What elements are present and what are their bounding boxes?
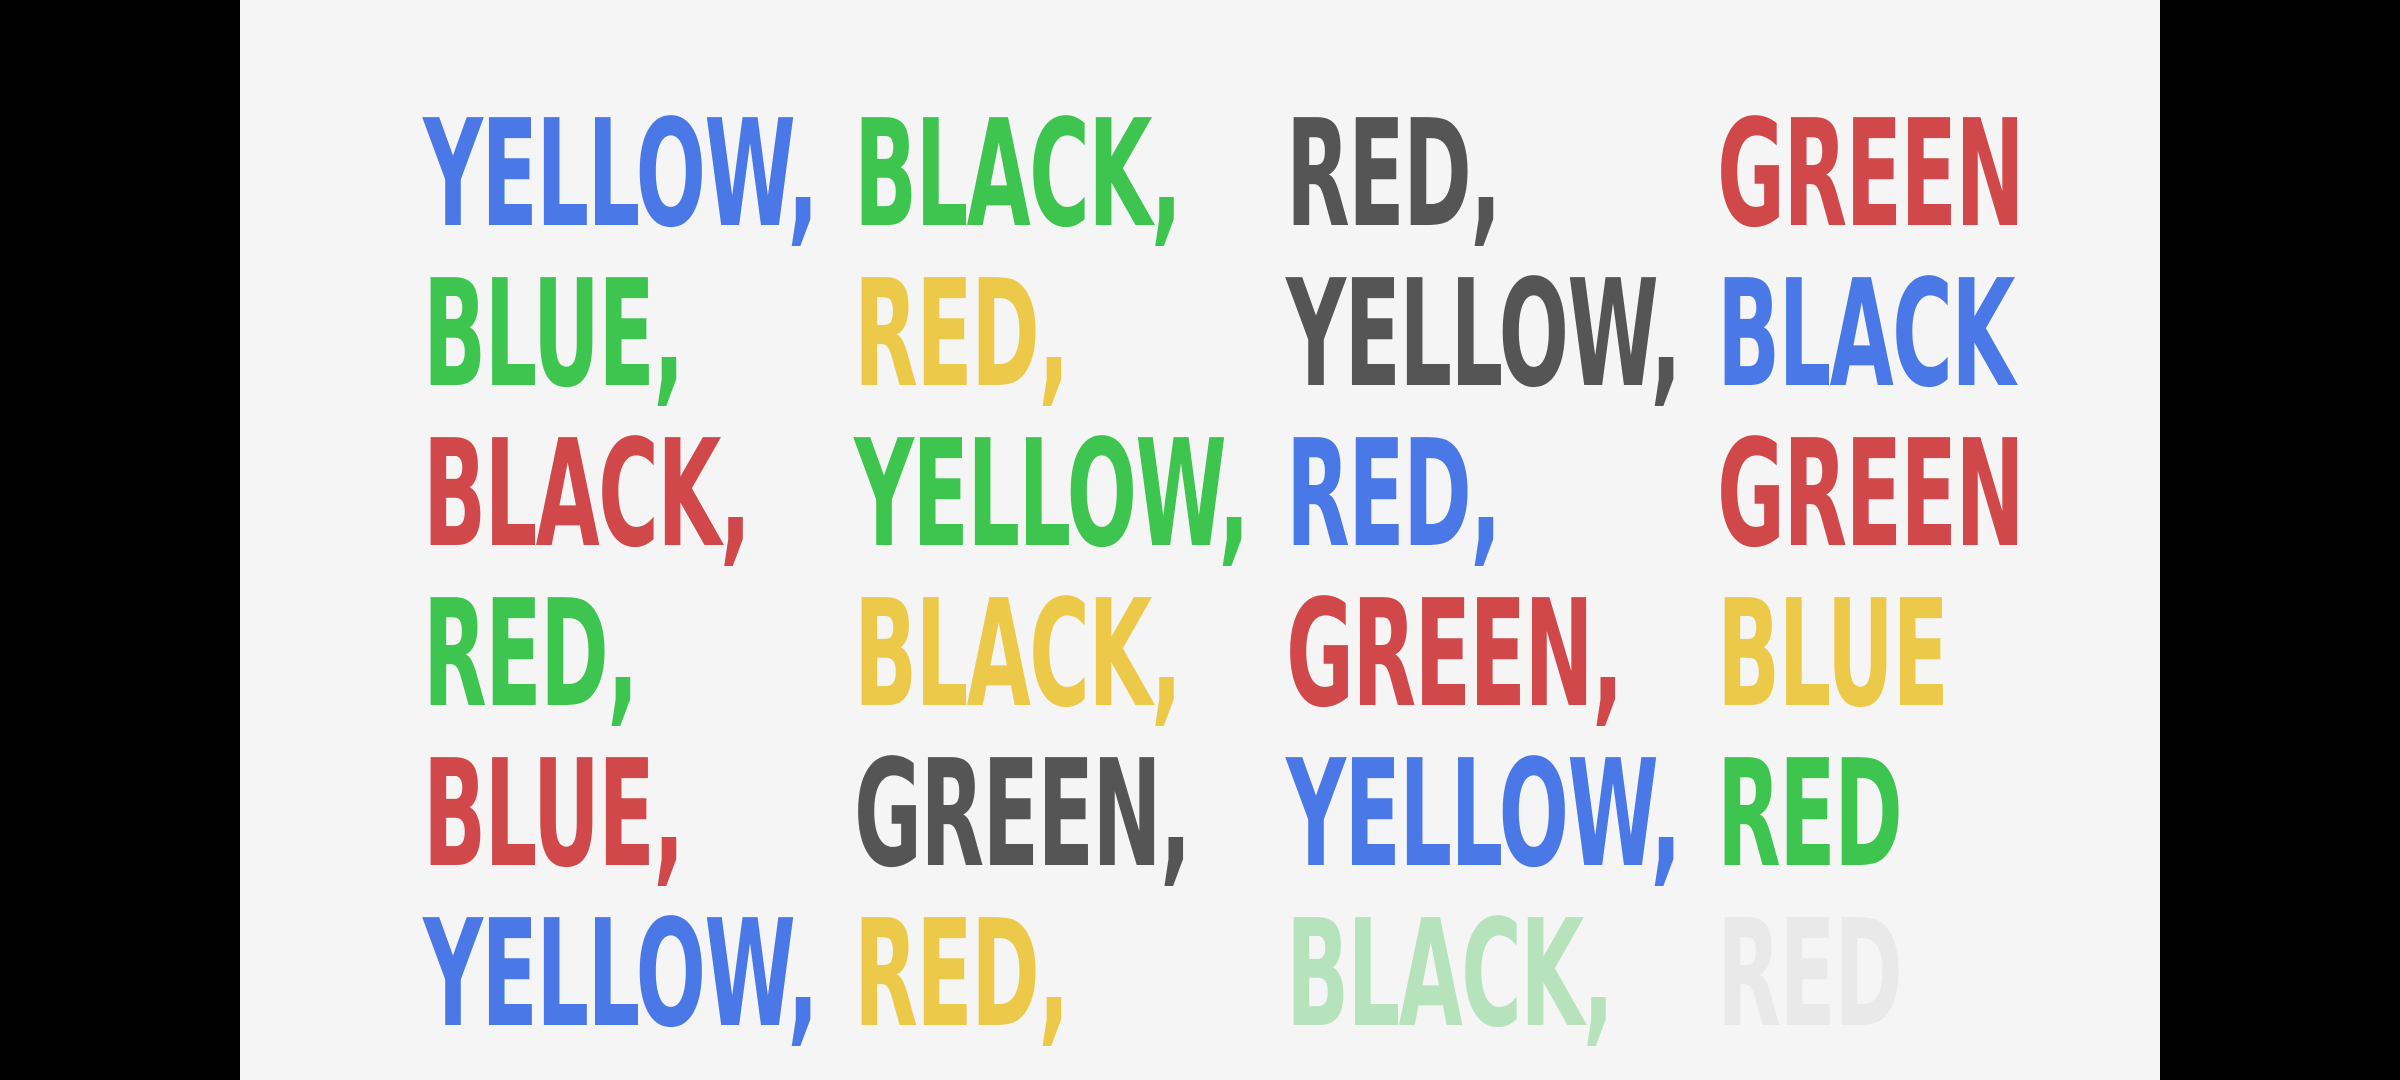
word-cell: YELLOW, [854, 408, 1250, 580]
word-cell: BLACK, [423, 408, 751, 580]
color-word: BLUE [1716, 568, 1949, 740]
word-cell: RED [1717, 728, 1903, 900]
word-cell: BLUE, [423, 248, 685, 420]
color-word: GREEN [1717, 88, 2025, 260]
word-cell: RED, [854, 888, 1070, 1060]
color-word: YELLOW, [1285, 248, 1682, 420]
color-word: BLACK, [854, 88, 1182, 260]
word-cell: GREEN, [1285, 568, 1624, 740]
word-cell: RED [1717, 888, 1903, 1060]
color-word: YELLOW, [423, 888, 819, 1060]
video-frame[interactable]: YELLOW, BLACK, RED, GREEN BLUE, RED, YEL… [240, 0, 2160, 1080]
word-cell: RED, [1285, 408, 1502, 580]
word-cell: GREEN [1717, 408, 2025, 580]
color-word: RED, [854, 248, 1070, 420]
color-word: RED, [854, 888, 1070, 1060]
screen: YELLOW, BLACK, RED, GREEN BLUE, RED, YEL… [0, 0, 2400, 1080]
word-cell: RED, [1285, 88, 1502, 260]
word-cell: YELLOW, [1285, 248, 1682, 420]
color-word: GREEN, [1285, 568, 1624, 740]
word-cell: BLUE [1716, 568, 1949, 740]
word-cell: YELLOW, [1285, 728, 1682, 900]
color-word: BLUE, [423, 248, 685, 420]
color-word: RED [1717, 728, 1903, 900]
word-cell: BLUE, [423, 728, 685, 900]
word-cell: YELLOW, [423, 888, 819, 1060]
word-cell: BLACK, [854, 568, 1182, 740]
word-cell: RED, [423, 568, 639, 740]
color-word: BLACK, [854, 568, 1182, 740]
color-word: RED, [423, 568, 639, 740]
word-cell: BLACK, [854, 88, 1182, 260]
color-word: YELLOW, [423, 88, 819, 260]
color-word: RED [1717, 888, 1903, 1060]
word-cell: YELLOW, [423, 88, 819, 260]
color-word-grid: YELLOW, BLACK, RED, GREEN BLUE, RED, YEL… [423, 88, 2025, 1060]
word-cell: GREEN, [854, 728, 1192, 900]
color-word: RED, [1285, 88, 1502, 260]
word-cell: GREEN [1717, 88, 2025, 260]
color-word: RED, [1285, 408, 1502, 580]
word-cell: BLACK [1716, 248, 2015, 420]
color-word: YELLOW, [1285, 728, 1682, 900]
color-word: GREEN [1717, 408, 2025, 580]
word-cell: BLACK, [1285, 888, 1614, 1060]
color-word: BLACK, [1285, 888, 1614, 1060]
color-word: BLACK [1716, 248, 2015, 420]
color-word: BLUE, [423, 728, 685, 900]
word-cell: RED, [854, 248, 1070, 420]
color-word: GREEN, [854, 728, 1192, 900]
color-word: YELLOW, [854, 408, 1250, 580]
color-word: BLACK, [423, 408, 751, 580]
